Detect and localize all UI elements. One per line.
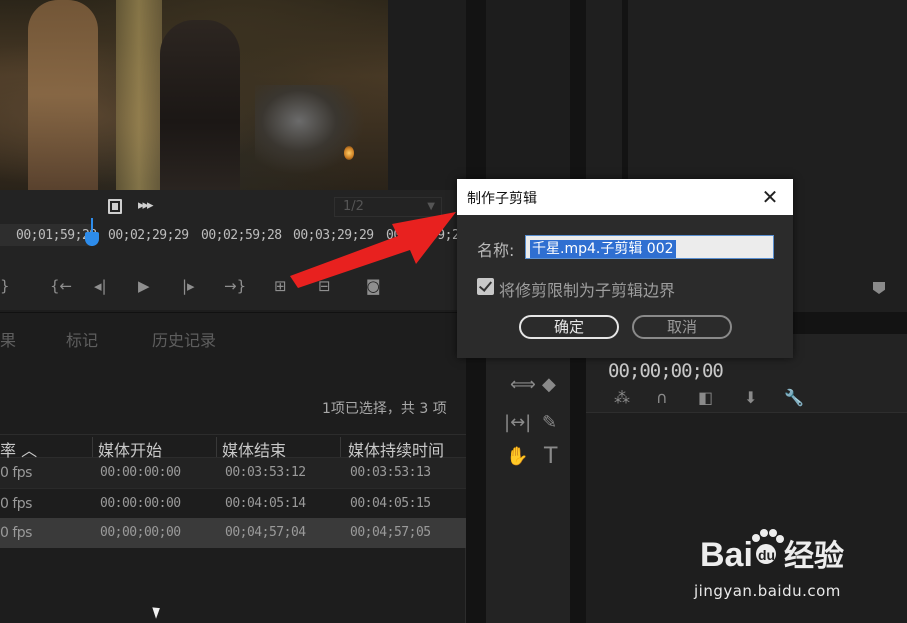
project-panel-tabs: 果 标记 历史记录: [0, 312, 470, 356]
selection-count: 1项已选择，共 3 项: [322, 401, 447, 417]
cell-media-start: 00;00;00;00: [100, 525, 181, 540]
go-to-in-icon[interactable]: {←: [50, 277, 72, 295]
tab-effects[interactable]: 果: [0, 327, 16, 351]
drag-video-only-icon[interactable]: [108, 199, 122, 214]
step-back-icon[interactable]: ◂|: [94, 277, 107, 295]
table-row[interactable]: 0 fps 00:00:00:00 00:03:53:12 00:03:53:1…: [0, 458, 466, 488]
column-divider[interactable]: [92, 437, 93, 457]
source-monitor-video: [0, 0, 388, 190]
snap-icon[interactable]: ∩: [656, 388, 668, 407]
make-subclip-dialog: 制作子剪辑 ✕ 名称: 千星.mp4.子剪辑 002 将修剪限制为子剪辑边界 确…: [457, 179, 793, 358]
playhead[interactable]: [85, 232, 99, 246]
cell-media-duration: 00:03:53:13: [350, 465, 431, 480]
logo-text-du: du: [758, 547, 775, 563]
drag-audio-only-icon[interactable]: ▸▸▸: [138, 198, 154, 213]
cell-media-start: 00:00:00:00: [100, 465, 181, 480]
subclip-name-value: 千星.mp4.子剪辑 002: [530, 240, 676, 258]
restrict-trims-checkbox[interactable]: [477, 278, 494, 295]
table-row[interactable]: 0 fps 00:00:00:00 00:04:05:14 00:04:05:1…: [0, 488, 466, 518]
cell-media-duration: 00:04:05:15: [350, 496, 431, 511]
baidu-jingyan-logo: Bai du 经验: [700, 529, 844, 574]
slip-tool-icon[interactable]: |↔|: [504, 412, 531, 433]
close-icon[interactable]: ✕: [757, 184, 783, 210]
cancel-button[interactable]: 取消: [632, 315, 732, 339]
hand-tool-icon[interactable]: ✋: [506, 446, 528, 467]
table-row-selected[interactable]: 0 fps 00;00;00;00 00;04;57;04 00;04;57;0…: [0, 518, 466, 548]
cell-media-end: 00:04:05:14: [225, 496, 306, 511]
restrict-trims-label[interactable]: 将修剪限制为子剪辑边界: [499, 277, 675, 301]
arrow-shape: [290, 212, 456, 288]
logo-text-jingyan: 经验: [784, 539, 844, 574]
cell-frame-rate: 0 fps: [0, 496, 32, 512]
column-divider[interactable]: [340, 437, 341, 457]
video-fire: [344, 146, 354, 160]
type-tool-icon[interactable]: T: [544, 444, 557, 469]
cell-media-end: 00;04;57;04: [225, 525, 306, 540]
video-person-left: [28, 0, 98, 190]
logo-text-bai: Bai: [700, 536, 753, 574]
ripple-edit-tool-icon[interactable]: ⟺: [510, 374, 536, 395]
video-person-right: [160, 20, 240, 190]
tab-history[interactable]: 历史记录: [152, 327, 216, 351]
cell-frame-rate: 0 fps: [0, 465, 32, 481]
table-header: 率 ︿ 媒体开始 媒体结束 媒体持续时间: [0, 434, 466, 460]
column-divider[interactable]: [216, 437, 217, 457]
tools-panel: ⟺ ◆ |↔| ✎ ✋ T: [486, 334, 570, 623]
subclip-name-input[interactable]: 千星.mp4.子剪辑 002: [525, 235, 774, 259]
wrench-icon[interactable]: 🔧: [784, 388, 804, 407]
linked-selection-icon[interactable]: ◧: [698, 388, 713, 407]
pen-tool-icon[interactable]: ✎: [542, 412, 557, 433]
red-arrow-annotation: [290, 212, 456, 288]
razor-tool-icon[interactable]: ◆: [542, 374, 556, 395]
ok-button[interactable]: 确定: [519, 315, 619, 339]
tab-markers[interactable]: 标记: [66, 327, 98, 351]
cell-frame-rate: 0 fps: [0, 525, 32, 541]
play-icon[interactable]: ▶: [138, 277, 150, 295]
video-pillar: [116, 0, 162, 190]
watermark-url: jingyan.baidu.com: [694, 582, 841, 600]
dialog-title-bar[interactable]: 制作子剪辑 ✕: [457, 179, 793, 215]
ruler-timecode: 00;02;29;29: [108, 228, 189, 243]
table-empty-area: [0, 548, 466, 623]
name-label: 名称:: [477, 241, 515, 260]
dialog-title: 制作子剪辑: [467, 191, 537, 207]
add-marker-icon[interactable]: ⬇: [744, 388, 757, 407]
cell-media-end: 00:03:53:12: [225, 465, 306, 480]
video-crowd: [255, 85, 365, 175]
cell-media-duration: 00;04;57;05: [350, 525, 431, 540]
timeline-timecode[interactable]: 00;00;00;00: [608, 360, 724, 382]
step-forward-icon[interactable]: |▸: [182, 277, 195, 295]
cell-media-start: 00:00:00:00: [100, 496, 181, 511]
go-to-out-icon[interactable]: →}: [224, 277, 246, 295]
mark-out-icon[interactable]: }: [0, 277, 10, 295]
ruler-timecode: 00;02;59;28: [201, 228, 282, 243]
nest-toggle-icon[interactable]: ⁂: [614, 388, 630, 407]
